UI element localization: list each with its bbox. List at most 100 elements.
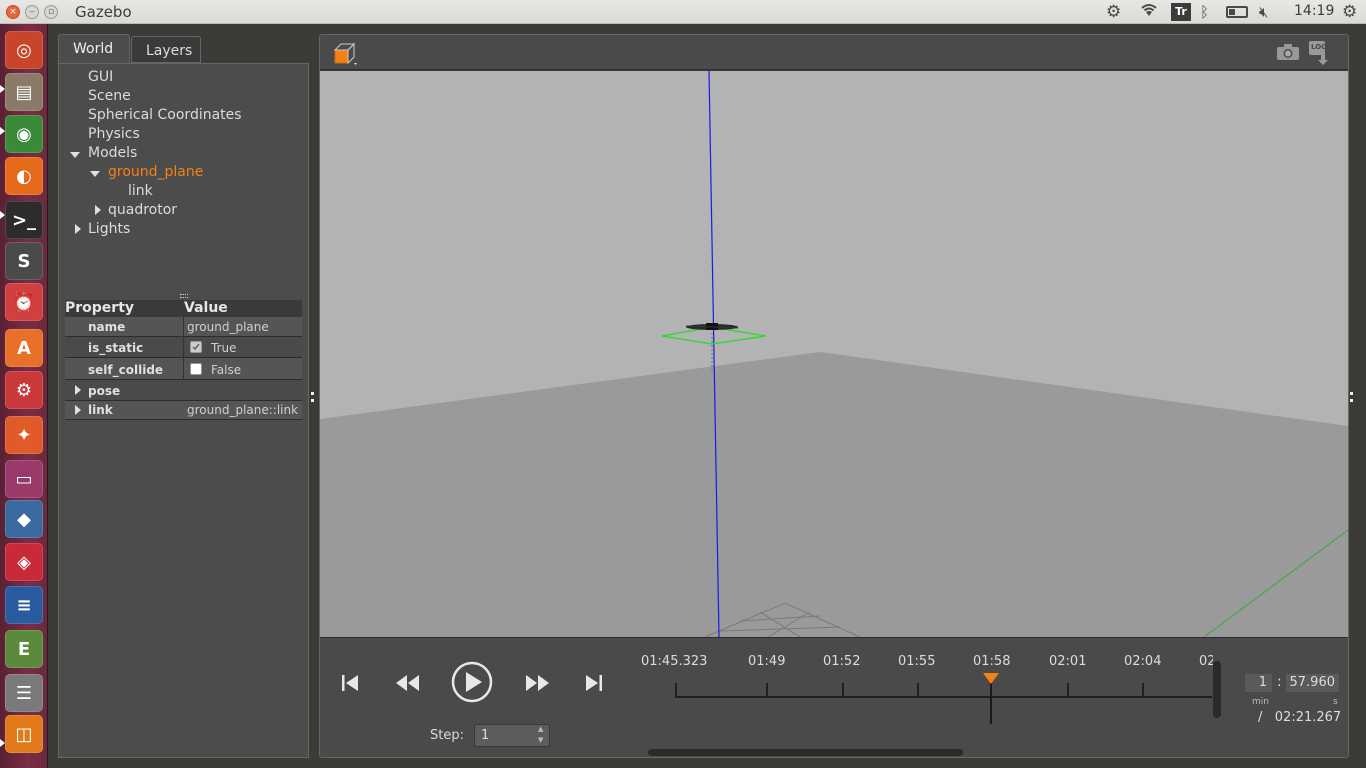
keyboard-layout-icon[interactable]: Tr bbox=[1171, 3, 1191, 21]
tree-item-gui[interactable]: GUI bbox=[88, 69, 113, 85]
seconds-field[interactable]: 57.960 bbox=[1286, 674, 1339, 692]
timeline-tick-label: 01:55 bbox=[898, 654, 936, 669]
launcher-gazebo-icon[interactable]: ◫ bbox=[5, 715, 43, 753]
launcher-sublime-text-icon[interactable]: S bbox=[5, 242, 43, 280]
launcher-idea-icon[interactable]: ✦ bbox=[5, 416, 43, 454]
total-time: / 02:21.267 bbox=[1258, 710, 1342, 725]
settings-icon[interactable]: ⚙ bbox=[1106, 2, 1121, 22]
3d-scene[interactable] bbox=[320, 71, 1348, 637]
panel-splitter-handle[interactable] bbox=[180, 294, 188, 298]
expand-ground-plane-icon[interactable] bbox=[90, 171, 100, 177]
launcher-matlab-icon[interactable]: ◆ bbox=[5, 500, 43, 538]
step-up-icon[interactable]: ▲ bbox=[538, 725, 543, 733]
launcher-libreoffice-writer-icon[interactable]: ≡ bbox=[5, 586, 43, 624]
skip-to-start-button[interactable] bbox=[340, 672, 360, 698]
launcher-files-icon[interactable]: ▤ bbox=[5, 73, 43, 111]
launcher-firefox-icon[interactable]: ◐ bbox=[5, 157, 43, 195]
expand-quadrotor-icon[interactable] bbox=[95, 205, 101, 215]
step-label: Step: bbox=[430, 728, 464, 743]
running-indicator-icon bbox=[0, 211, 5, 219]
timeline-tick bbox=[1067, 683, 1069, 697]
expand-models-icon[interactable] bbox=[70, 152, 80, 158]
timeline-tick bbox=[842, 683, 844, 697]
launcher-chrome-icon[interactable]: ◉ bbox=[5, 115, 43, 153]
render-toolbar: LOG bbox=[320, 35, 1348, 70]
right-panel-collapse-handle[interactable] bbox=[1350, 392, 1353, 402]
launcher-mendeley-icon[interactable]: ◈ bbox=[5, 543, 43, 581]
property-value: True bbox=[211, 341, 237, 355]
timeline-tick-label: 02: bbox=[1199, 654, 1213, 669]
power-icon[interactable]: ⚙ bbox=[1342, 2, 1357, 22]
expand-pose-icon[interactable] bbox=[75, 385, 81, 395]
minutes-field[interactable]: 1 bbox=[1245, 674, 1272, 692]
timeline-playhead[interactable] bbox=[990, 682, 992, 724]
tree-item-models[interactable]: Models bbox=[88, 145, 137, 161]
tab-world[interactable]: World bbox=[58, 34, 130, 63]
clock[interactable]: 14:19 bbox=[1294, 3, 1334, 19]
timeline-tick bbox=[766, 683, 768, 697]
tree-item-quadrotor[interactable]: quadrotor bbox=[108, 202, 177, 218]
view-angle-cube-icon[interactable] bbox=[332, 41, 358, 65]
property-row-name[interactable]: name ground_plane bbox=[65, 317, 302, 337]
volume-muted-icon[interactable]: 🔇︎ bbox=[1259, 2, 1268, 22]
launcher-document-viewer-icon[interactable]: E bbox=[5, 630, 43, 668]
timeline-tick bbox=[675, 683, 677, 697]
bluetooth-icon[interactable]: ᛒ bbox=[1200, 2, 1209, 22]
wifi-icon[interactable] bbox=[1139, 2, 1159, 23]
launcher-ubuntu-dash-icon[interactable]: ◎ bbox=[5, 31, 43, 69]
launcher-stacked-apps-icon[interactable]: ☰ bbox=[5, 674, 43, 712]
play-button[interactable] bbox=[451, 661, 493, 707]
step-down-icon[interactable]: ▼ bbox=[538, 736, 543, 744]
time-separator: : bbox=[1277, 674, 1282, 690]
property-key: link bbox=[88, 403, 113, 417]
tree-item-physics[interactable]: Physics bbox=[88, 126, 140, 142]
launcher-app-window-icon[interactable]: ▭ bbox=[5, 460, 43, 498]
left-panel-collapse-handle[interactable] bbox=[311, 392, 314, 402]
tab-layers[interactable]: Layers bbox=[131, 36, 201, 63]
self-collide-checkbox[interactable] bbox=[190, 363, 202, 375]
timeline-tick-label: 02:04 bbox=[1124, 654, 1162, 669]
horizontal-scrollbar[interactable] bbox=[648, 749, 963, 756]
launcher-software-center-icon[interactable]: A bbox=[5, 329, 43, 367]
timeline-end-handle[interactable] bbox=[1213, 661, 1221, 718]
timeline-track[interactable] bbox=[675, 696, 1212, 698]
property-value: False bbox=[211, 363, 242, 377]
window-minimize-button[interactable]: – bbox=[25, 5, 39, 19]
tree-item-link[interactable]: link bbox=[128, 183, 153, 199]
property-key: name bbox=[88, 320, 126, 334]
launcher-alarm-clock-icon[interactable]: ⏰ bbox=[5, 283, 43, 321]
expand-lights-icon[interactable] bbox=[75, 224, 81, 234]
header-value: Value bbox=[184, 300, 228, 316]
tree-item-spherical-coordinates[interactable]: Spherical Coordinates bbox=[88, 107, 242, 123]
launcher: ◎ ▤ ◉ ◐ >_ S ⏰ A ⚙ ✦ ▭ ◆ ◈ ≡ E ☰ ◫ bbox=[0, 24, 48, 768]
property-row-link[interactable]: link ground_plane::link bbox=[65, 401, 302, 420]
app-title: Gazebo bbox=[75, 3, 132, 21]
rewind-button[interactable] bbox=[394, 672, 420, 698]
window-close-button[interactable]: × bbox=[6, 5, 20, 19]
tree-item-lights[interactable]: Lights bbox=[88, 221, 130, 237]
timeline-tick bbox=[1142, 683, 1144, 697]
property-row-pose[interactable]: pose bbox=[65, 380, 302, 401]
battery-icon[interactable] bbox=[1226, 6, 1248, 18]
property-key: self_collide bbox=[88, 363, 164, 377]
fast-forward-button[interactable] bbox=[525, 672, 551, 698]
top-menu-bar: × – ▫ Gazebo ⚙ Tr ᛒ 🔇︎ 14:19 ⚙ bbox=[0, 0, 1366, 24]
window-maximize-button[interactable]: ▫ bbox=[44, 5, 58, 19]
tree-item-ground-plane[interactable]: ground_plane bbox=[108, 164, 203, 180]
screenshot-camera-icon[interactable] bbox=[1276, 43, 1300, 63]
property-row-is-static[interactable]: is_static True bbox=[65, 337, 302, 358]
expand-link-icon[interactable] bbox=[75, 405, 81, 415]
tree-item-scene[interactable]: Scene bbox=[88, 88, 131, 104]
playhead-marker-icon[interactable] bbox=[983, 673, 999, 684]
property-row-self-collide[interactable]: self_collide False bbox=[65, 358, 302, 380]
timeline-tick-label: 02:01 bbox=[1049, 654, 1087, 669]
header-property: Property bbox=[65, 300, 135, 316]
log-record-icon[interactable]: LOG bbox=[1308, 40, 1330, 66]
launcher-terminal-icon[interactable]: >_ bbox=[5, 201, 43, 239]
timeline-tick-label: 01:58 bbox=[973, 654, 1011, 669]
property-key: is_static bbox=[88, 341, 144, 355]
launcher-system-settings-icon[interactable]: ⚙ bbox=[5, 371, 43, 409]
minutes-unit-label: min bbox=[1252, 697, 1269, 707]
is-static-checkbox[interactable] bbox=[190, 341, 202, 353]
skip-to-end-button[interactable] bbox=[584, 672, 604, 698]
